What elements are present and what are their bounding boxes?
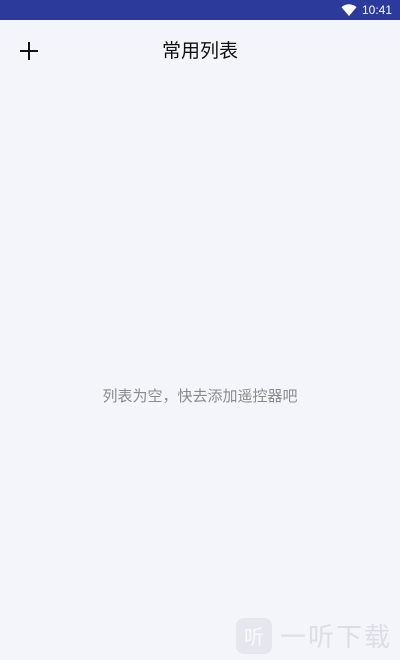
empty-list-message: 列表为空，快去添加遥控器吧	[102, 387, 298, 405]
status-time: 10:41	[361, 3, 392, 17]
status-bar: 10:41	[0, 0, 400, 20]
watermark: 听 一听下载	[235, 617, 392, 654]
watermark-text: 一听下载	[279, 623, 392, 653]
page-title: 常用列表	[161, 40, 238, 62]
app-bar: 常用列表	[0, 20, 400, 82]
status-icons: 10:41	[341, 0, 392, 20]
wifi-icon	[341, 4, 357, 16]
watermark-logo-icon: 听	[235, 617, 272, 654]
